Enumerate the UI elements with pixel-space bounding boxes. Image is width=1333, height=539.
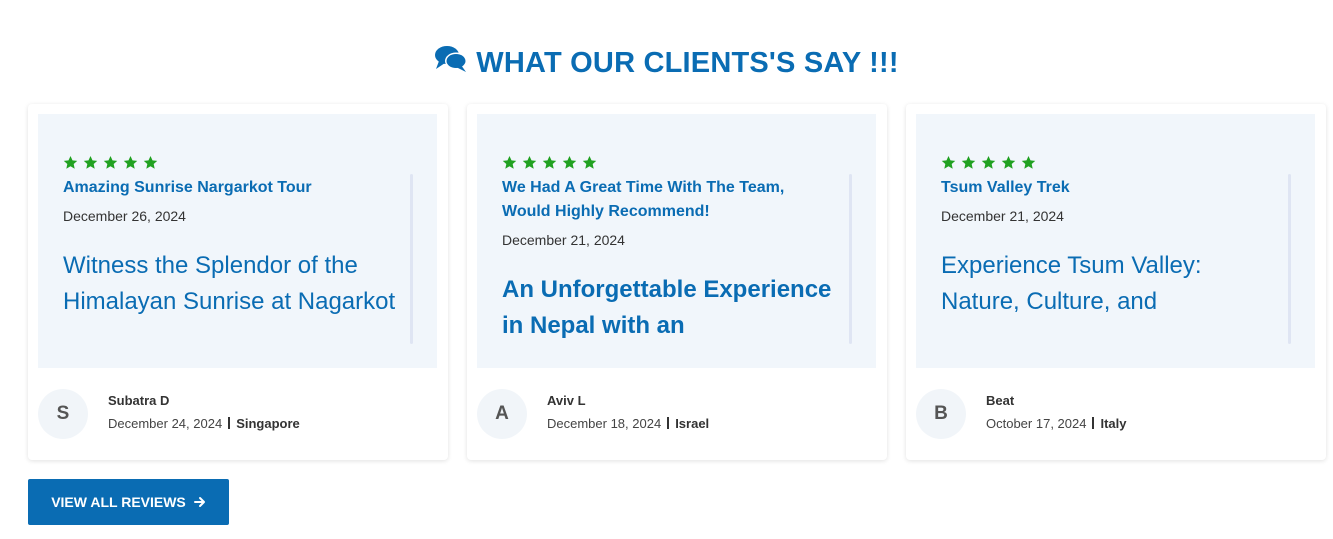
scrollbar[interactable] [1288, 174, 1291, 344]
star-icon [522, 155, 537, 169]
review-heading-container: Witness the Splendor of the Himalayan Su… [63, 248, 403, 325]
review-title: Amazing Sunrise Nargarkot Tour [63, 179, 312, 196]
star-rating [941, 155, 1036, 170]
reviewer-name: Aviv L [547, 393, 586, 408]
star-icon [961, 155, 976, 169]
section-title: WHAT OUR CLIENTS'S SAY !!! [0, 44, 1333, 82]
star-icon [103, 155, 118, 169]
star-icon [981, 155, 996, 169]
view-all-reviews-button[interactable]: VIEW ALL REVIEWS [28, 479, 229, 525]
star-rating [502, 155, 597, 170]
reviewer-info: S Subatra D December 24, 2024 Singapore [38, 389, 428, 439]
star-icon [143, 155, 158, 169]
star-icon [1001, 155, 1016, 169]
divider [667, 417, 670, 429]
review-heading: Witness the Splendor of the Himalayan Su… [63, 252, 396, 315]
section-title-text: WHAT OUR CLIENTS'S SAY !!! [476, 46, 899, 79]
reviewer-name: Subatra D [108, 393, 170, 408]
divider [1092, 417, 1095, 429]
review-card[interactable]: Tsum Valley Trek December 21, 2024 Exper… [906, 104, 1326, 460]
star-icon [562, 155, 577, 169]
reviewer-meta: December 18, 2024 Israel [547, 416, 709, 431]
reviewer-country: Italy [1100, 416, 1127, 431]
reviewer-meta: December 24, 2024 Singapore [108, 416, 300, 431]
reviewer-date: December 18, 2024 [547, 416, 662, 431]
review-date: December 26, 2024 [63, 208, 186, 224]
reviewer-meta: October 17, 2024 Italy [986, 416, 1126, 431]
star-icon [63, 155, 78, 169]
divider [228, 417, 231, 429]
review-card[interactable]: We Had A Great Time With The Team, Would… [467, 104, 887, 460]
scrollbar[interactable] [849, 174, 852, 344]
reviewer-info: A Aviv L December 18, 2024 Israel [477, 389, 867, 439]
review-date: December 21, 2024 [941, 208, 1064, 224]
review-content: We Had A Great Time With The Team, Would… [477, 114, 876, 368]
avatar: S [38, 389, 88, 439]
review-heading: Experience Tsum Valley: Nature, Culture,… [941, 252, 1202, 325]
review-content: Tsum Valley Trek December 21, 2024 Exper… [916, 114, 1315, 368]
star-rating [63, 155, 158, 170]
reviewer-name: Beat [986, 393, 1015, 408]
avatar: A [477, 389, 527, 439]
star-icon [582, 155, 597, 169]
review-card[interactable]: Amazing Sunrise Nargarkot Tour December … [28, 104, 448, 460]
star-icon [502, 155, 517, 169]
star-icon [123, 155, 138, 169]
comments-icon [434, 44, 468, 82]
review-title: Tsum Valley Trek [941, 179, 1070, 196]
arrow-right-icon [193, 497, 205, 507]
avatar: B [916, 389, 966, 439]
star-icon [542, 155, 557, 169]
reviewer-date: December 24, 2024 [108, 416, 223, 431]
review-title: We Had A Great Time With The Team, Would… [502, 179, 785, 220]
scrollbar[interactable] [410, 174, 413, 344]
reviewer-date: October 17, 2024 [986, 416, 1087, 431]
review-content: Amazing Sunrise Nargarkot Tour December … [38, 114, 437, 368]
view-all-reviews-label: VIEW ALL REVIEWS [51, 494, 186, 510]
reviewer-country: Singapore [236, 416, 300, 431]
star-icon [1021, 155, 1036, 169]
review-date: December 21, 2024 [502, 232, 625, 248]
reviewer-country: Israel [675, 416, 710, 431]
review-heading-container: Experience Tsum Valley: Nature, Culture,… [941, 248, 1251, 325]
review-heading-container: An Unforgettable Experience in Nepal wit… [502, 272, 842, 340]
review-heading: An Unforgettable Experience in Nepal wit… [502, 276, 832, 339]
star-icon [83, 155, 98, 169]
reviews-list: Amazing Sunrise Nargarkot Tour December … [28, 104, 1326, 460]
star-icon [941, 155, 956, 169]
reviewer-info: B Beat October 17, 2024 Italy [916, 389, 1306, 439]
